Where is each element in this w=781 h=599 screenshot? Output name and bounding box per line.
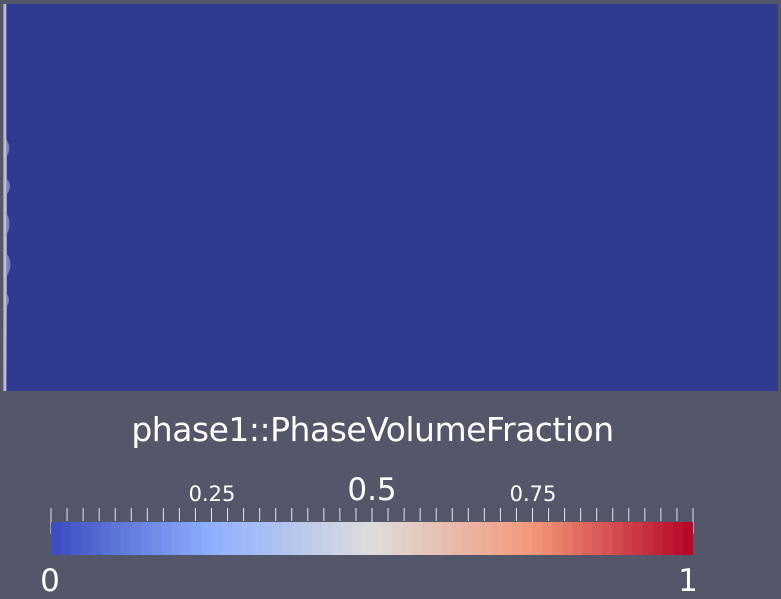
colorbar-swatch xyxy=(111,522,122,555)
colorbar-label-05: 0.5 xyxy=(347,472,397,508)
colorbar-swatch xyxy=(442,522,453,555)
colorbar-swatch xyxy=(662,522,674,555)
colorbar-swatch xyxy=(682,522,693,555)
colorbar-swatch xyxy=(552,522,564,555)
colorbar-swatch xyxy=(382,522,393,555)
colorbar-swatch xyxy=(422,522,433,555)
colorbar-swatch xyxy=(582,522,594,555)
colorbar-swatch xyxy=(512,522,524,555)
colorbar-swatch xyxy=(341,522,353,555)
colorbar-title: phase1::PhaseVolumeFraction xyxy=(131,410,614,449)
colorbar-swatch xyxy=(622,522,634,555)
color-legend-bar xyxy=(51,522,693,555)
colorbar-swatch xyxy=(271,522,283,555)
colorbar-swatch xyxy=(101,522,112,555)
colorbar-swatch xyxy=(602,522,614,555)
colorbar-swatch xyxy=(91,522,102,555)
colorbar-swatch xyxy=(672,522,684,555)
colorbar-swatch xyxy=(171,522,183,555)
colorbar-label-075: 0.75 xyxy=(509,482,557,506)
colorbar-swatch xyxy=(141,522,152,555)
colorbar-swatch xyxy=(492,522,504,555)
colorbar-swatch xyxy=(532,522,544,555)
colorbar-swatch xyxy=(412,522,423,555)
interface-contour xyxy=(3,4,11,391)
colorbar-swatch xyxy=(291,522,303,555)
colorbar-swatch xyxy=(632,522,644,555)
colorbar-swatch xyxy=(301,522,313,555)
colorbar-swatch xyxy=(462,522,473,555)
phase-volume-fraction-field xyxy=(3,4,778,391)
colorbar-swatch xyxy=(592,522,604,555)
colorbar-label-025: 0.25 xyxy=(188,482,236,506)
colorbar-swatch xyxy=(281,522,293,555)
colorbar-swatch xyxy=(221,522,233,555)
colorbar-swatch xyxy=(331,522,343,555)
colorbar-swatch xyxy=(472,522,483,555)
colorbar-swatch xyxy=(361,522,373,555)
colorbar-swatch xyxy=(191,522,203,555)
colorbar-max-label: 1 xyxy=(678,563,698,599)
colorbar-swatch xyxy=(402,522,413,555)
colorbar-swatch xyxy=(612,522,624,555)
colorbar-swatch xyxy=(652,522,664,555)
colorbar-swatch xyxy=(351,522,363,555)
colorbar-swatch xyxy=(61,522,72,555)
colorbar-swatch xyxy=(251,522,263,555)
colorbar-swatch xyxy=(121,522,132,555)
colorbar-swatch xyxy=(181,522,193,555)
colorbar-swatch xyxy=(572,522,584,555)
colorbar-swatch xyxy=(231,522,243,555)
colorbar-swatch xyxy=(562,522,574,555)
colorbar-swatch xyxy=(51,522,62,555)
colorbar-min-label: 0 xyxy=(40,563,60,599)
colorbar-swatch xyxy=(151,522,162,555)
colorbar-swatch xyxy=(392,522,403,555)
colorbar-swatch xyxy=(502,522,514,555)
colorbar-swatch xyxy=(81,522,92,555)
colorbar-swatch xyxy=(542,522,554,555)
colorbar-swatch xyxy=(161,522,172,555)
colorbar-swatch xyxy=(71,522,82,555)
colorbar-swatch xyxy=(261,522,273,555)
colorbar-swatch xyxy=(241,522,253,555)
colorbar-swatch xyxy=(642,522,654,555)
colorbar-swatch xyxy=(311,522,323,555)
colorbar-swatch xyxy=(211,522,223,555)
render-viewport[interactable] xyxy=(0,0,781,393)
colorbar-swatch xyxy=(372,522,383,555)
colorbar-swatch xyxy=(131,522,142,555)
colorbar-swatch xyxy=(321,522,333,555)
colorbar-swatch xyxy=(522,522,534,555)
colorbar-swatch xyxy=(201,522,213,555)
colorbar-swatch xyxy=(482,522,493,555)
colorbar-swatch xyxy=(432,522,443,555)
colorbar-swatch xyxy=(452,522,463,555)
